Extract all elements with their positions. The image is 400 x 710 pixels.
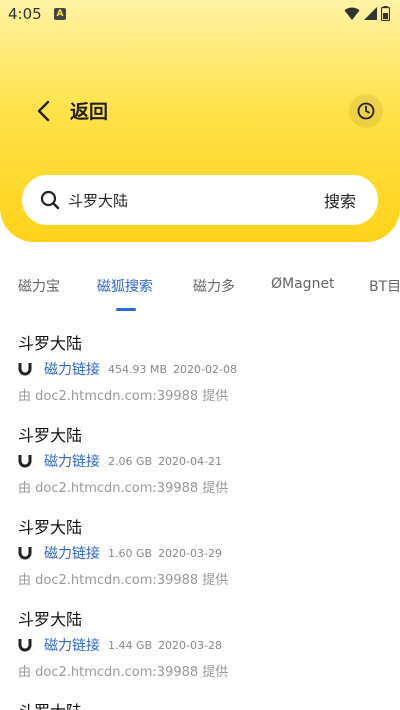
history-button[interactable]	[349, 94, 383, 128]
result-title: 斗罗大陆	[18, 518, 83, 537]
magnet-icon	[18, 455, 32, 468]
search-bar: 搜索	[22, 175, 378, 225]
search-button[interactable]: 搜索	[324, 188, 356, 212]
magnet-icon	[18, 639, 32, 652]
chevron-left-icon	[37, 100, 50, 122]
back-button[interactable]	[30, 96, 56, 126]
file-size: 454.93 MB	[108, 362, 168, 376]
result-meta: 磁力链接 1.44 GB 2020-03-28	[18, 635, 222, 655]
status-indicators	[344, 6, 390, 21]
file-date: 2020-03-29	[158, 546, 222, 560]
magnet-link[interactable]: 磁力链接	[44, 359, 100, 379]
tab-cilibao[interactable]: 磁力宝	[18, 276, 60, 296]
file-size: 1.44 GB	[108, 638, 153, 652]
search-icon	[40, 190, 60, 210]
result-meta: 磁力链接 454.93 MB 2020-02-08	[18, 359, 237, 379]
file-date: 2020-02-08	[173, 362, 237, 376]
search-input[interactable]	[68, 188, 308, 212]
list-item[interactable]: 斗罗大陆	[18, 690, 388, 710]
tab-omagnet[interactable]: ØMagnet	[271, 276, 335, 292]
list-item[interactable]: 斗罗大陆 磁力链接 1.44 GB 2020-03-28 由 doc2.htmc…	[18, 598, 388, 688]
result-source: 由 doc2.htmcdn.com:39988 提供	[18, 481, 229, 496]
list-item[interactable]: 斗罗大陆 磁力链接 2.06 GB 2020-04-21 由 doc2.htmc…	[18, 414, 388, 504]
source-tabs: 磁力宝 磁狐搜索 磁力多 ØMagnet BT目	[0, 270, 400, 312]
signal-icon	[364, 7, 377, 20]
magnet-icon	[18, 363, 32, 376]
result-title: 斗罗大陆	[18, 334, 83, 353]
list-item[interactable]: 斗罗大陆 磁力链接 454.93 MB 2020-02-08 由 doc2.ht…	[18, 322, 388, 412]
status-bar: 4:05 A	[0, 0, 400, 28]
clock-icon	[357, 102, 375, 120]
result-meta: 磁力链接 2.06 GB 2020-04-21	[18, 451, 222, 471]
notification-icon: A	[54, 8, 66, 20]
result-title: 斗罗大陆	[18, 610, 83, 629]
list-item[interactable]: 斗罗大陆 磁力链接 1.60 GB 2020-03-29 由 doc2.htmc…	[18, 506, 388, 596]
tab-ciliduo[interactable]: 磁力多	[193, 276, 235, 296]
back-label[interactable]: 返回	[70, 97, 108, 124]
result-source: 由 doc2.htmcdn.com:39988 提供	[18, 573, 229, 588]
file-date: 2020-03-28	[158, 638, 222, 652]
result-source: 由 doc2.htmcdn.com:39988 提供	[18, 389, 229, 404]
tab-cihu-search[interactable]: 磁狐搜索	[97, 276, 153, 296]
file-date: 2020-04-21	[158, 454, 222, 468]
tab-bt[interactable]: BT目	[369, 276, 400, 296]
file-size: 1.60 GB	[108, 546, 153, 560]
magnet-icon	[18, 547, 32, 560]
header: 4:05 A 返回 搜索	[0, 0, 400, 242]
magnet-link[interactable]: 磁力链接	[44, 635, 100, 655]
result-title: 斗罗大陆	[18, 698, 82, 710]
file-size: 2.06 GB	[108, 454, 153, 468]
result-title: 斗罗大陆	[18, 426, 83, 445]
active-tab-indicator	[116, 308, 136, 311]
magnet-link[interactable]: 磁力链接	[44, 451, 100, 471]
wifi-icon	[344, 7, 360, 20]
result-source: 由 doc2.htmcdn.com:39988 提供	[18, 665, 229, 680]
status-time: 4:05	[8, 5, 42, 23]
battery-icon	[381, 6, 390, 21]
result-meta: 磁力链接 1.60 GB 2020-03-29	[18, 543, 222, 563]
magnet-link[interactable]: 磁力链接	[44, 543, 100, 563]
